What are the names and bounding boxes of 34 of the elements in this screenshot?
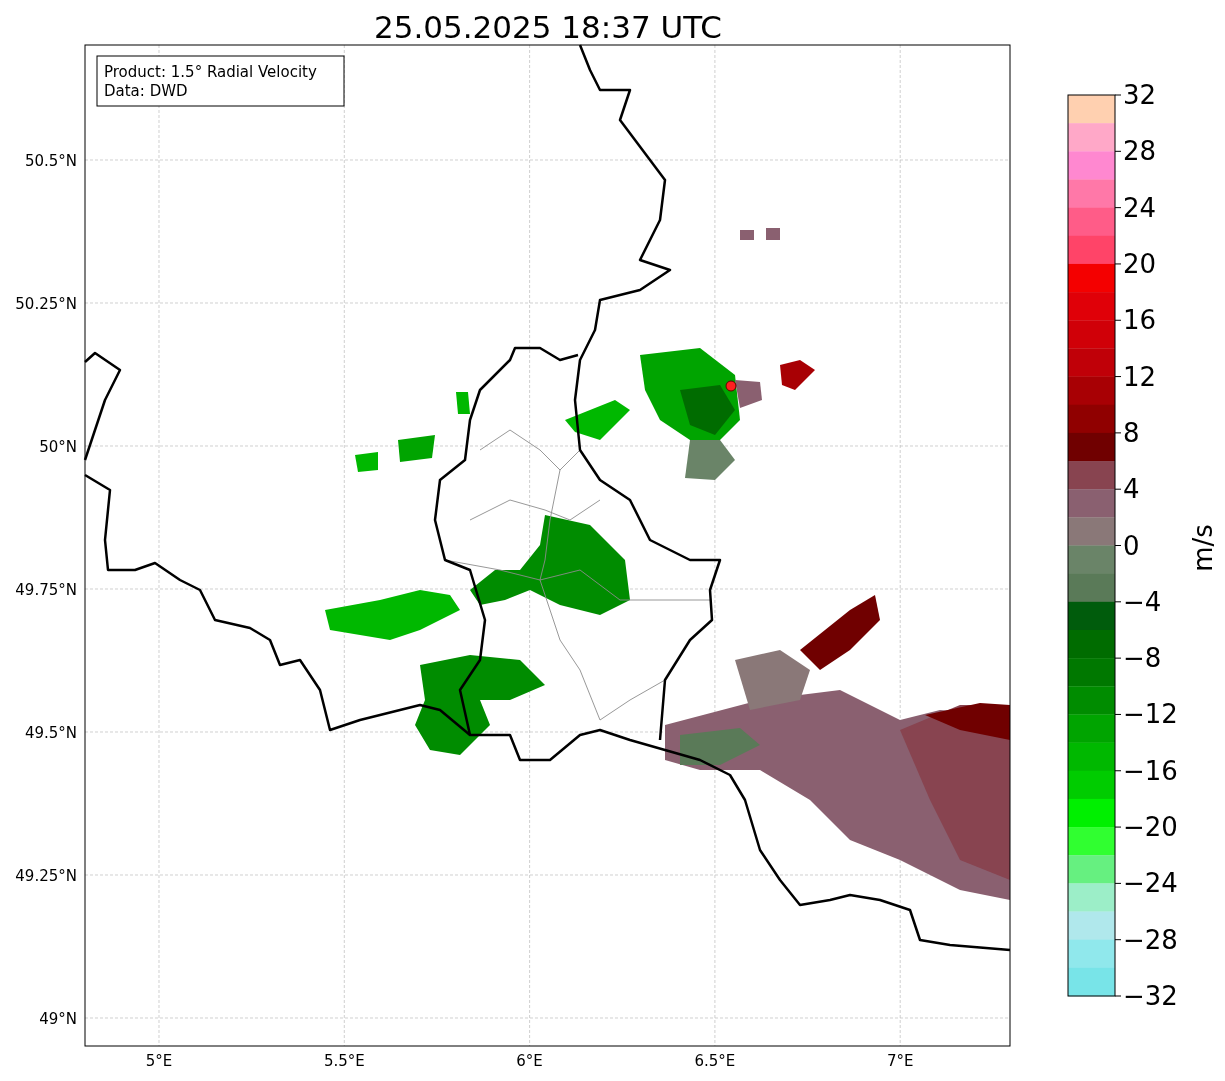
radar-site-marker xyxy=(725,380,737,392)
colorbar-tick-label: −32 xyxy=(1123,981,1178,1011)
colorbar-tick-label: 16 xyxy=(1123,305,1157,336)
colorbar-tick-label: −24 xyxy=(1123,868,1178,899)
colorbar-tick-label: −28 xyxy=(1123,924,1178,955)
latitude-label: 50.25°N xyxy=(15,295,77,313)
colorbar-tick-label: 0 xyxy=(1123,530,1140,561)
colorbar-tick-label: 4 xyxy=(1123,474,1140,505)
longitude-label: 5.5°E xyxy=(323,1052,365,1070)
longitude-label: 6°E xyxy=(516,1052,543,1070)
colorbar-tick-label: −12 xyxy=(1123,699,1178,730)
longitude-label: 6.5°E xyxy=(694,1052,736,1070)
colorbar-tick-label: −16 xyxy=(1123,755,1178,786)
longitude-label: 7°E xyxy=(886,1052,914,1070)
colorbar-tick-label: 24 xyxy=(1123,192,1157,223)
colorbar-tick-label: 28 xyxy=(1123,136,1157,167)
legend-text: Product: 1.5° Radial Velocity xyxy=(104,63,317,81)
colorbar-tick-label: −4 xyxy=(1123,586,1162,617)
colorbar-tick-label: 32 xyxy=(1123,80,1157,110)
colorbar-tick-label: −8 xyxy=(1123,643,1162,674)
latitude-label: 49.75°N xyxy=(15,581,77,599)
colorbar-tick-label: −20 xyxy=(1123,812,1178,843)
latitude-label: 50°N xyxy=(39,438,77,456)
latitude-label: 49.25°N xyxy=(15,867,77,885)
colorbar-tick-label: 12 xyxy=(1123,361,1157,392)
latitude-label: 50.5°N xyxy=(24,152,77,170)
colorbar-tick-label: 20 xyxy=(1123,248,1157,279)
legend-text: Data: DWD xyxy=(104,82,188,100)
latitude-label: 49.5°N xyxy=(24,724,77,742)
chart-title: 25.05.2025 18:37 UTC xyxy=(374,9,722,45)
colorbar-label: m/s xyxy=(1188,524,1218,572)
longitude-label: 5°E xyxy=(145,1052,173,1070)
colorbar-tick-label: 8 xyxy=(1123,417,1140,448)
latitude-label: 49°N xyxy=(39,1010,77,1028)
